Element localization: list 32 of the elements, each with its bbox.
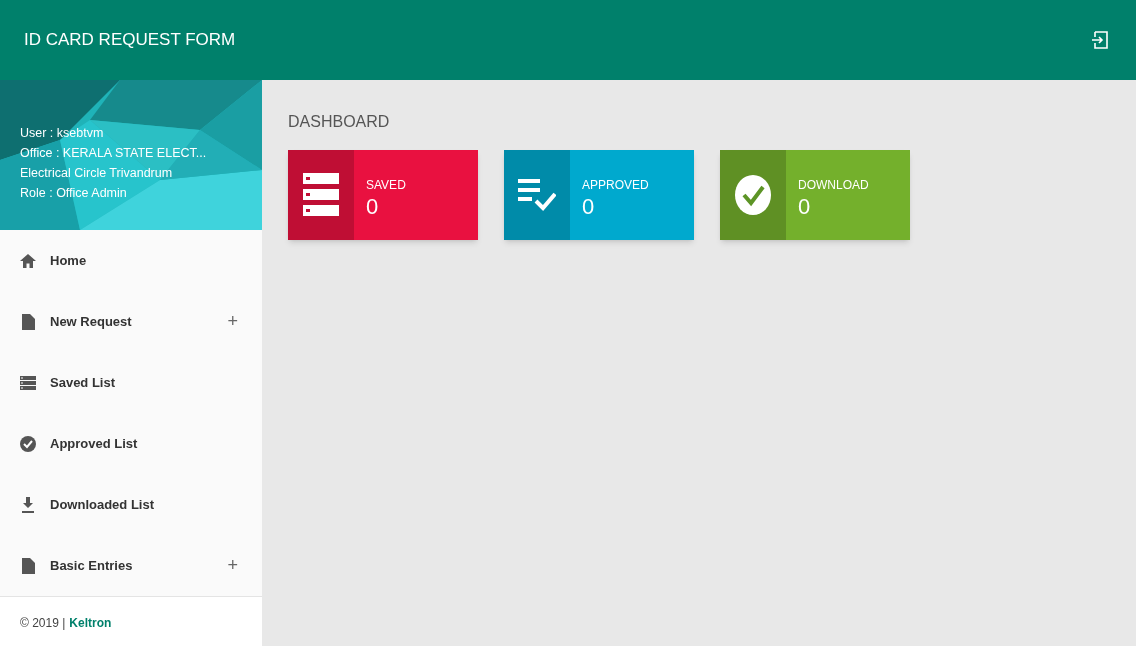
profile-text: Role : Office Admin	[20, 184, 128, 202]
checklist-icon	[518, 179, 556, 211]
list-icon	[20, 375, 36, 390]
profile-text: Office : KERALA STATE ELECT...	[20, 144, 208, 162]
stat-card[interactable]: SAVED 0	[288, 150, 478, 240]
card-count: 0	[366, 194, 380, 220]
home-icon	[20, 253, 36, 268]
profile-text: User : ksebtvm	[20, 124, 105, 142]
check-circle-icon	[20, 435, 36, 452]
download-icon	[22, 496, 34, 513]
menu-item[interactable]: New Request +	[0, 291, 262, 352]
profile-text: Electrical Circle Trivandrum	[20, 164, 174, 182]
menu-item[interactable]: Basic Entries +	[0, 535, 262, 596]
check-circle-icon	[735, 175, 771, 215]
menu-item[interactable]: Home	[0, 230, 262, 291]
document-icon	[21, 313, 35, 330]
app-title: ID CARD REQUEST FORM	[24, 29, 236, 52]
card-label: DOWNLOAD	[798, 177, 869, 194]
card-count: 0	[582, 194, 596, 220]
card-count: 0	[798, 194, 812, 220]
copyright-text: © 2019 |	[20, 614, 66, 632]
menu-item[interactable]: Saved List	[0, 352, 262, 413]
expand-toggle[interactable]: +	[227, 308, 242, 335]
card-label: APPROVED	[582, 177, 649, 194]
menu-item[interactable]: Downloaded List	[0, 474, 262, 535]
menu-item[interactable]: Approved List	[0, 413, 262, 474]
document-icon	[21, 557, 35, 574]
list-icon	[303, 173, 339, 217]
card-label: SAVED	[366, 177, 406, 194]
expand-toggle[interactable]: +	[227, 552, 242, 579]
dashboard-heading: DASHBOARD	[288, 112, 391, 132]
footer-link[interactable]: Keltron	[69, 613, 112, 632]
